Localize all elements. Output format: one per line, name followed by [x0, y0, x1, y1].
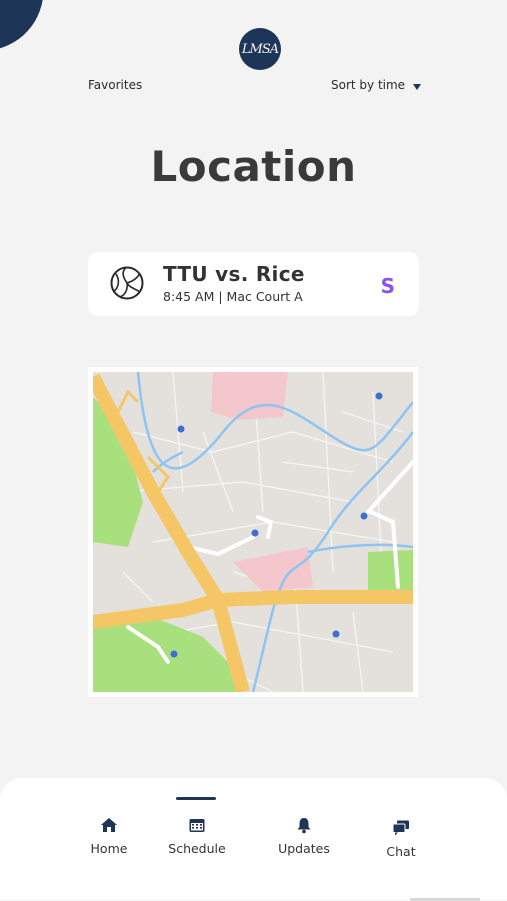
sort-dropdown[interactable]: Sort by time — [331, 78, 422, 92]
event-details: 8:45 AM | Mac Court A — [163, 289, 303, 304]
tab-chat[interactable]: Chat — [361, 819, 441, 859]
filter-bar: Favorites Sort by time — [0, 78, 507, 96]
tab-schedule-label: Schedule — [168, 841, 226, 856]
tab-schedule[interactable]: Schedule — [157, 816, 237, 856]
tab-chat-label: Chat — [386, 844, 416, 859]
map-marker[interactable] — [375, 392, 383, 400]
bottom-tab-bar: Home Schedule Updates Chat — [0, 778, 507, 901]
volleyball-icon — [110, 266, 144, 300]
tab-updates-label: Updates — [278, 841, 330, 856]
favorites-button[interactable]: Favorites — [88, 78, 142, 92]
bell-icon — [297, 818, 311, 834]
event-badge: S — [380, 274, 395, 298]
sort-label: Sort by time — [331, 78, 406, 92]
map-pink-area — [211, 372, 288, 420]
logo-text: LMSA — [241, 41, 279, 57]
map-canvas[interactable] — [93, 372, 413, 692]
calendar-icon — [189, 819, 205, 832]
active-tab-indicator — [176, 797, 216, 800]
event-card[interactable]: TTU vs. Rice 8:45 AM | Mac Court A S — [88, 252, 419, 316]
event-title: TTU vs. Rice — [163, 262, 305, 286]
tab-updates[interactable]: Updates — [264, 816, 344, 856]
app-logo: LMSA — [239, 28, 281, 70]
map-marker[interactable] — [177, 425, 185, 433]
map-park — [368, 550, 413, 594]
map-marker[interactable] — [332, 630, 340, 638]
map-marker[interactable] — [360, 512, 368, 520]
chevron-down-icon — [413, 83, 422, 90]
corner-decoration — [0, 0, 52, 54]
tab-home-label: Home — [90, 841, 128, 856]
map-marker[interactable] — [170, 650, 178, 658]
page-title: Location — [150, 142, 357, 191]
tab-home[interactable]: Home — [69, 816, 149, 856]
map-marker[interactable] — [251, 529, 259, 537]
chat-icon — [392, 820, 409, 836]
home-icon — [101, 818, 117, 832]
location-map[interactable] — [88, 367, 418, 697]
